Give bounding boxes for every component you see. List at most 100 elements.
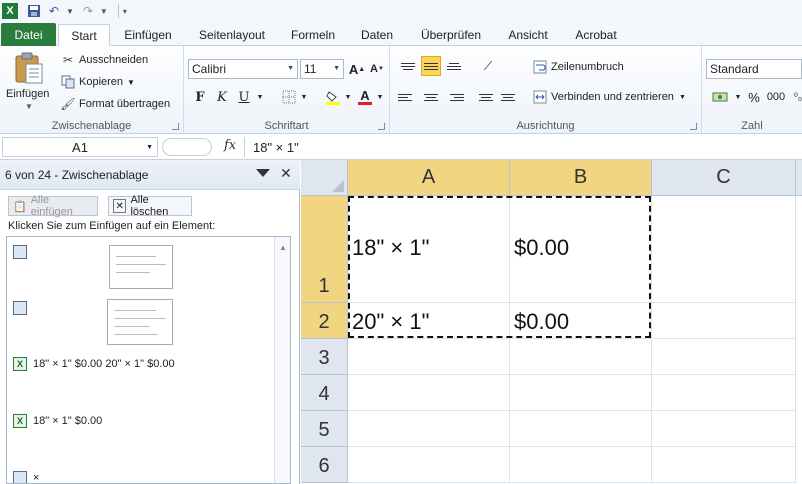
font-family-select[interactable]: Calibri ▼: [188, 59, 298, 79]
format-painter-button[interactable]: 🖌 Format übertragen: [60, 95, 170, 113]
undo-dropdown-icon[interactable]: ▼: [66, 7, 74, 16]
select-all-button[interactable]: [301, 160, 348, 196]
percent-icon[interactable]: %: [746, 87, 762, 107]
cell-b3[interactable]: [510, 339, 652, 375]
orientation-icon[interactable]: ⟋: [478, 56, 498, 76]
row-header-5[interactable]: 5: [301, 411, 348, 447]
row-header-6[interactable]: 6: [301, 447, 348, 483]
cell-a6[interactable]: [348, 447, 510, 483]
column-header-d[interactable]: [796, 160, 802, 196]
clipboard-thumbnail[interactable]: [109, 245, 173, 289]
copy-button[interactable]: Kopieren ▼: [60, 73, 135, 91]
paste-button[interactable]: Einfügen: [6, 88, 49, 100]
tab-acrobat[interactable]: Acrobat: [566, 24, 626, 46]
cell-b2[interactable]: $0.00: [510, 303, 652, 339]
copy-dropdown-icon[interactable]: ▼: [127, 78, 135, 87]
wrap-text-button[interactable]: Zeilenumbruch: [532, 58, 624, 76]
save-icon[interactable]: [26, 3, 42, 19]
cell-b5[interactable]: [510, 411, 652, 447]
cell-a2[interactable]: 20" × 1": [348, 303, 510, 339]
font-color-dropdown-icon[interactable]: ▼: [376, 87, 384, 107]
cell-a3[interactable]: [348, 339, 510, 375]
align-top-icon[interactable]: [398, 56, 418, 76]
cell-a5[interactable]: [348, 411, 510, 447]
redo-dropdown-icon[interactable]: ▼: [100, 7, 108, 16]
cell-b4[interactable]: [510, 375, 652, 411]
scroll-up-icon[interactable]: ▲: [279, 243, 287, 252]
tab-formeln[interactable]: Formeln: [284, 24, 342, 46]
cell-c4[interactable]: [652, 375, 796, 411]
close-icon[interactable]: ✕: [280, 165, 292, 182]
align-left-icon[interactable]: [398, 87, 418, 107]
italic-icon[interactable]: K: [214, 87, 230, 107]
column-header-b[interactable]: B: [510, 160, 652, 196]
align-center-icon[interactable]: [421, 87, 441, 107]
cell-b6[interactable]: [510, 447, 652, 483]
formula-bar-resize-handle[interactable]: [162, 138, 212, 156]
font-color-icon[interactable]: A: [356, 87, 374, 107]
row-header-4[interactable]: 4: [301, 375, 348, 411]
tab-start[interactable]: Start: [58, 24, 110, 47]
tab-ansicht[interactable]: Ansicht: [498, 24, 558, 46]
font-size-select[interactable]: 11 ▼: [300, 59, 344, 79]
cell-c2[interactable]: [652, 303, 796, 339]
cell-c1[interactable]: [652, 196, 796, 303]
align-middle-icon[interactable]: [421, 56, 441, 76]
paste-all-button[interactable]: 📋 Alle einfügen: [8, 194, 98, 218]
clipboard-item[interactable]: X 18" × 1" $0.00 20" × 1" $0.00: [13, 357, 273, 371]
align-bottom-icon[interactable]: [444, 56, 464, 76]
cell-c3[interactable]: [652, 339, 796, 375]
thousands-separator-icon[interactable]: 000: [766, 87, 786, 107]
paste-icon[interactable]: [14, 52, 44, 84]
fill-color-dropdown-icon[interactable]: ▼: [344, 87, 352, 107]
formula-input[interactable]: 18" × 1": [244, 137, 802, 157]
font-launcher-icon[interactable]: [378, 123, 385, 130]
clear-all-button[interactable]: ✕ Alle löschen: [108, 194, 192, 218]
accounting-dropdown-icon[interactable]: ▼: [734, 87, 742, 107]
column-header-c[interactable]: C: [652, 160, 796, 196]
insert-function-icon[interactable]: fx: [224, 138, 236, 153]
pane-options-icon[interactable]: [256, 169, 270, 177]
number-format-select[interactable]: Standard: [706, 59, 802, 79]
accounting-format-icon[interactable]: [710, 87, 732, 107]
clipboard-launcher-icon[interactable]: [172, 123, 179, 130]
clipboard-thumbnail[interactable]: [107, 299, 173, 345]
merge-center-button[interactable]: Verbinden und zentrieren ▼: [532, 88, 686, 106]
merge-dropdown-icon[interactable]: ▼: [679, 94, 686, 101]
tab-datei[interactable]: Datei: [1, 23, 56, 46]
tab-daten[interactable]: Daten: [352, 24, 402, 46]
clipboard-item[interactable]: ×: [13, 471, 273, 483]
bold-icon[interactable]: F: [192, 87, 208, 107]
tab-seitenlayout[interactable]: Seitenlayout: [190, 24, 274, 46]
tab-einfuegen[interactable]: Einfügen: [118, 24, 178, 46]
underline-dropdown-icon[interactable]: ▼: [256, 87, 264, 107]
redo-icon[interactable]: ↷: [80, 3, 96, 19]
clipboard-item[interactable]: X 18" × 1" $0.00: [13, 414, 273, 428]
cell-b1[interactable]: $0.00: [510, 196, 652, 303]
cell-a1[interactable]: 18" × 1": [348, 196, 510, 303]
align-right-icon[interactable]: [444, 87, 464, 107]
paste-dropdown-icon[interactable]: ▼: [25, 102, 33, 111]
increase-indent-icon[interactable]: [498, 87, 518, 107]
grow-font-icon[interactable]: A ▲: [348, 59, 366, 79]
name-box[interactable]: A1 ▼: [2, 137, 158, 157]
cell-c5[interactable]: [652, 411, 796, 447]
chevron-down-icon[interactable]: ▼: [146, 144, 153, 151]
increase-decimal-icon[interactable]: ⁰₀: [792, 87, 802, 107]
cell-c6[interactable]: [652, 447, 796, 483]
tab-ueberpruefen[interactable]: Überprüfen: [412, 24, 490, 46]
borders-dropdown-icon[interactable]: ▼: [300, 87, 308, 107]
cell-a4[interactable]: [348, 375, 510, 411]
shrink-font-icon[interactable]: A ▼: [368, 59, 386, 79]
scrollbar[interactable]: ▲: [274, 237, 290, 483]
fill-color-icon[interactable]: [324, 87, 342, 107]
customize-toolbar-icon[interactable]: ▾: [123, 7, 127, 16]
row-header-2[interactable]: 2: [301, 303, 348, 339]
undo-icon[interactable]: ↶: [46, 3, 62, 19]
decrease-indent-icon[interactable]: [476, 87, 496, 107]
cut-button[interactable]: ✂ Ausschneiden: [60, 51, 148, 69]
row-header-3[interactable]: 3: [301, 339, 348, 375]
column-header-a[interactable]: A: [348, 160, 510, 196]
alignment-launcher-icon[interactable]: [690, 123, 697, 130]
underline-icon[interactable]: U: [236, 87, 252, 107]
